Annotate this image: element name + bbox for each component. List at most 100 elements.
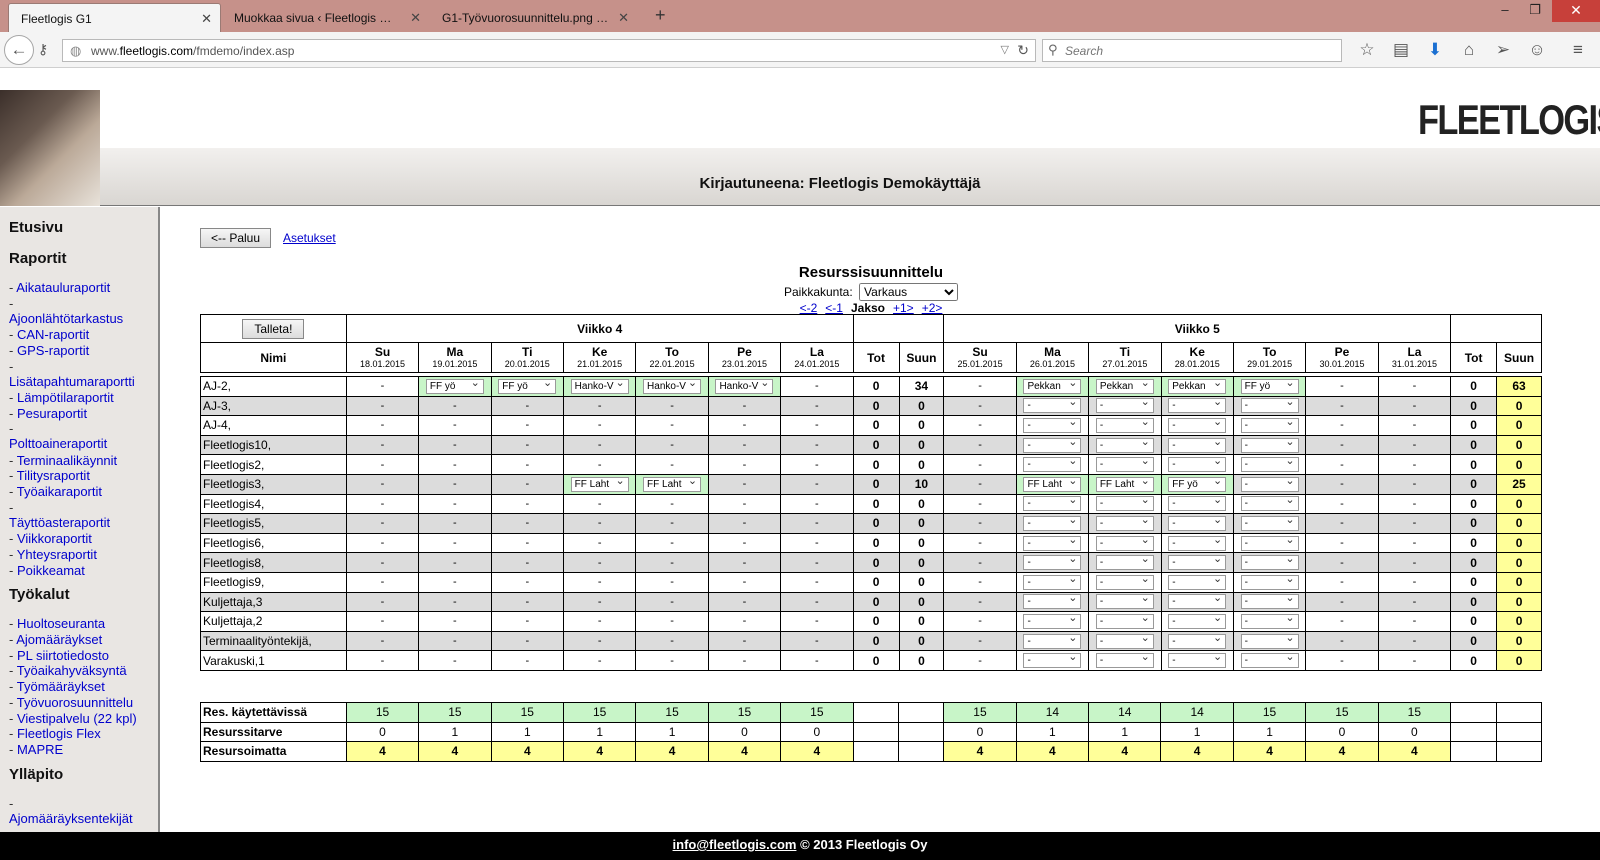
send-icon[interactable]: ➢ xyxy=(1491,40,1515,60)
shift-dropdown[interactable]: - xyxy=(1240,476,1299,492)
shift-dropdown[interactable]: FF yö xyxy=(498,378,557,394)
shift-dropdown[interactable]: - xyxy=(1240,398,1299,414)
shift-dropdown[interactable]: Hanko-V xyxy=(715,378,774,394)
sidebar-item-raportit-0[interactable]: - Aikatauluraportit xyxy=(9,280,110,295)
back-arrow-icon[interactable]: ← xyxy=(4,35,34,65)
shift-dropdown[interactable]: - xyxy=(1168,398,1227,414)
shift-dropdown[interactable]: - xyxy=(1168,633,1227,649)
save-button[interactable]: Talleta! xyxy=(242,318,305,339)
tab-fleetlogis-g1[interactable]: Fleetlogis G1 ✕ xyxy=(8,3,221,32)
shift-dropdown[interactable]: - xyxy=(1240,437,1299,453)
shift-dropdown[interactable]: - xyxy=(1095,496,1154,512)
url-bar[interactable]: ◍ www.fleetlogis.com/fmdemo/index.asp ▽ … xyxy=(62,39,1036,62)
shift-dropdown[interactable]: - xyxy=(1240,417,1299,433)
shift-dropdown[interactable]: - xyxy=(1023,633,1082,649)
menu-icon[interactable]: ≡ xyxy=(1566,40,1590,60)
shift-dropdown[interactable]: - xyxy=(1023,594,1082,610)
shift-dropdown[interactable]: - xyxy=(1240,594,1299,610)
tab-muokkaa-sivua[interactable]: Muokkaa sivua ‹ Fleetlogis — ... ✕ xyxy=(222,3,429,32)
close-icon[interactable]: ✕ xyxy=(410,10,421,26)
bookmark-star-icon[interactable]: ☆ xyxy=(1355,40,1379,60)
shift-dropdown[interactable]: - xyxy=(1023,515,1082,531)
download-icon[interactable]: ⬇ xyxy=(1423,40,1447,60)
sidebar-home[interactable]: Etusivu xyxy=(9,219,63,236)
shift-dropdown[interactable]: - xyxy=(1240,633,1299,649)
shift-dropdown[interactable]: - xyxy=(1023,555,1082,571)
shift-dropdown[interactable]: - xyxy=(1095,633,1154,649)
sidebar-item-tyokalut-0[interactable]: - Huoltoseuranta xyxy=(9,616,105,631)
home-icon[interactable]: ⌂ xyxy=(1457,40,1481,60)
shift-dropdown[interactable]: - xyxy=(1023,613,1082,629)
key-icon[interactable]: ⚷ xyxy=(38,41,48,58)
sidebar-item-tyokalut-6[interactable]: - Viestipalvelu (22 kpl) xyxy=(9,711,137,726)
shift-dropdown[interactable]: - xyxy=(1023,535,1082,551)
sidebar-item-raportit-1[interactable]: - Ajoonlähtötarkastus xyxy=(9,296,123,326)
shift-dropdown[interactable]: - xyxy=(1168,574,1227,590)
sidebar-item-tyokalut-2[interactable]: - PL siirtotiedosto xyxy=(9,648,109,663)
reading-list-icon[interactable]: ▤ xyxy=(1389,40,1413,60)
shift-dropdown[interactable]: - xyxy=(1168,594,1227,610)
sidebar-item-raportit-8[interactable]: - Terminaalikäynnit xyxy=(9,453,117,468)
shift-dropdown[interactable]: - xyxy=(1168,437,1227,453)
shift-dropdown[interactable]: - xyxy=(1095,457,1154,473)
minimize-icon[interactable]: – xyxy=(1490,2,1520,17)
shift-dropdown[interactable]: - xyxy=(1023,417,1082,433)
history-dropdown-icon[interactable]: ▽ xyxy=(1001,43,1009,56)
sidebar-item-raportit-11[interactable]: - Täyttöasteraportit xyxy=(9,500,110,530)
sidebar-item-tyokalut-7[interactable]: - Fleetlogis Flex xyxy=(9,726,101,741)
sidebar-item-raportit-2[interactable]: - CAN-raportit xyxy=(9,327,89,342)
shift-dropdown[interactable]: - xyxy=(1095,515,1154,531)
shift-dropdown[interactable]: - xyxy=(1168,555,1227,571)
shift-dropdown[interactable]: Pekkan xyxy=(1095,378,1154,394)
shift-dropdown[interactable]: - xyxy=(1240,653,1299,669)
shift-dropdown[interactable]: FF Laht xyxy=(570,476,629,492)
tab-tyovuoro-png[interactable]: G1-Työvuorosuunnittelu.png (... ✕ xyxy=(430,3,637,32)
settings-link[interactable]: Asetukset xyxy=(283,231,336,245)
sidebar-item-raportit-14[interactable]: - Poikkeamat xyxy=(9,563,85,578)
sidebar-item-raportit-6[interactable]: - Pesuraportit xyxy=(9,406,87,421)
location-select[interactable]: Varkaus xyxy=(859,283,959,301)
shift-dropdown[interactable]: FF Laht xyxy=(1023,476,1082,492)
sidebar-item-raportit-5[interactable]: - Lämpötilaraportit xyxy=(9,390,114,405)
reload-icon[interactable]: ↻ xyxy=(1017,42,1029,59)
period-forward-2-link[interactable]: +2> xyxy=(922,301,943,315)
shift-dropdown[interactable]: - xyxy=(1168,417,1227,433)
shift-dropdown[interactable]: - xyxy=(1168,515,1227,531)
shift-dropdown[interactable]: - xyxy=(1240,613,1299,629)
shift-dropdown[interactable]: Hanko-V xyxy=(643,378,702,394)
shift-dropdown[interactable]: - xyxy=(1240,457,1299,473)
shift-dropdown[interactable]: - xyxy=(1095,613,1154,629)
sidebar-item-tyokalut-1[interactable]: - Ajomääräykset xyxy=(9,632,102,647)
sidebar-item-raportit-3[interactable]: - GPS-raportit xyxy=(9,343,89,358)
shift-dropdown[interactable]: - xyxy=(1095,555,1154,571)
shift-dropdown[interactable]: FF Laht xyxy=(643,476,702,492)
sidebar-item-raportit-4[interactable]: - Lisätapahtumaraportti xyxy=(9,359,135,389)
shift-dropdown[interactable]: FF yö xyxy=(425,378,484,394)
sidebar-item-tyokalut-4[interactable]: - Työmääräykset xyxy=(9,679,105,694)
footer-email-link[interactable]: info@fleetlogis.com xyxy=(673,837,797,852)
close-icon[interactable]: ✕ xyxy=(618,10,629,26)
sidebar-item-raportit-9[interactable]: - Tilitysraportit xyxy=(9,468,90,483)
shift-dropdown[interactable]: - xyxy=(1168,613,1227,629)
shift-dropdown[interactable]: - xyxy=(1095,437,1154,453)
sidebar-item-tyokalut-5[interactable]: - Työvuorosuunnittelu xyxy=(9,695,133,710)
back-button[interactable]: <-- Paluu xyxy=(200,228,271,248)
shift-dropdown[interactable]: - xyxy=(1023,457,1082,473)
shift-dropdown[interactable]: - xyxy=(1168,653,1227,669)
shift-dropdown[interactable]: - xyxy=(1095,535,1154,551)
shift-dropdown[interactable]: - xyxy=(1240,535,1299,551)
shift-dropdown[interactable]: Pekkan xyxy=(1168,378,1227,394)
shift-dropdown[interactable]: FF yö xyxy=(1240,378,1299,394)
sidebar-item-raportit-7[interactable]: - Polttoaineraportit xyxy=(9,421,107,451)
shift-dropdown[interactable]: - xyxy=(1023,653,1082,669)
shift-dropdown[interactable]: - xyxy=(1023,398,1082,414)
search-input[interactable] xyxy=(1065,42,1335,59)
sidebar-item-yllapito-0[interactable]: - Ajomääräyksentekijät xyxy=(9,796,133,826)
period-back-2-link[interactable]: <-2 xyxy=(800,301,818,315)
sidebar-item-tyokalut-3[interactable]: - Työaikahyväksyntä xyxy=(9,663,127,678)
sidebar-item-raportit-13[interactable]: - Yhteysraportit xyxy=(9,547,97,562)
shift-dropdown[interactable]: - xyxy=(1095,594,1154,610)
shift-dropdown[interactable]: - xyxy=(1023,496,1082,512)
shift-dropdown[interactable]: - xyxy=(1023,437,1082,453)
shift-dropdown[interactable]: - xyxy=(1240,574,1299,590)
